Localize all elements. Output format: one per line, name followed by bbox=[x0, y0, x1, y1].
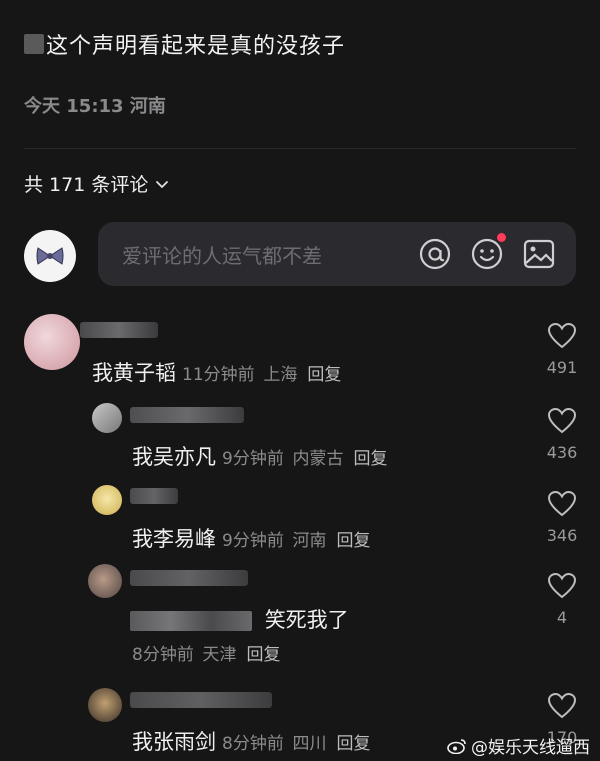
comment-body: 我黄子韬 bbox=[92, 361, 176, 385]
post-text: 这个声明看起来是真的没孩子 bbox=[24, 28, 345, 60]
notification-dot bbox=[497, 233, 506, 242]
image-icon[interactable] bbox=[520, 235, 558, 273]
blurred-username bbox=[130, 692, 272, 708]
blurred-username bbox=[130, 407, 244, 423]
blurred-username bbox=[130, 570, 248, 586]
comment-location: 天津 bbox=[202, 645, 237, 665]
comment-text: 笑死我了 bbox=[130, 604, 349, 634]
comment-count-toggle[interactable]: 共 171 条评论 bbox=[24, 170, 170, 197]
comment-location: 河南 bbox=[292, 531, 327, 551]
like-button[interactable]: 4 bbox=[542, 572, 582, 627]
heart-icon bbox=[547, 407, 577, 434]
post-meta: 今天 15:13 河南 bbox=[24, 96, 166, 117]
reply-button[interactable]: 回复 bbox=[247, 645, 281, 665]
comment-text: 我吴亦凡 9分钟前 内蒙古 回复 bbox=[132, 441, 388, 471]
comment-location: 上海 bbox=[263, 365, 298, 385]
comment-time: 8分钟前 bbox=[132, 645, 194, 665]
chevron-down-icon bbox=[156, 180, 169, 188]
avatar[interactable] bbox=[92, 403, 122, 433]
comment-time: 9分钟前 bbox=[222, 531, 284, 551]
divider bbox=[24, 148, 576, 149]
avatar[interactable] bbox=[24, 314, 80, 370]
comment-body: 笑死我了 bbox=[264, 608, 349, 632]
like-button[interactable]: 436 bbox=[542, 407, 582, 462]
comment-time: 11分钟前 bbox=[182, 365, 255, 385]
comment-location: 内蒙古 bbox=[292, 449, 344, 469]
reply-button[interactable]: 回复 bbox=[337, 531, 371, 551]
blurred-username bbox=[130, 488, 178, 504]
comment-text: 我黄子韬 11分钟前 上海 回复 bbox=[92, 357, 341, 387]
comment-text: 我张雨剑 8分钟前 四川 回复 bbox=[132, 726, 371, 756]
blurred-mention bbox=[130, 611, 252, 631]
comment-time: 8分钟前 bbox=[222, 734, 284, 754]
comment-time: 9分钟前 bbox=[222, 449, 284, 469]
comment-location: 四川 bbox=[292, 734, 327, 754]
watermark: @娱乐天线遛西 bbox=[447, 733, 590, 758]
like-button[interactable]: 491 bbox=[542, 322, 582, 377]
comment-body: 我李易峰 bbox=[132, 527, 216, 551]
comment-text: 我李易峰 9分钟前 河南 回复 bbox=[132, 523, 371, 553]
at-icon[interactable] bbox=[416, 235, 454, 273]
like-button[interactable]: 346 bbox=[542, 490, 582, 545]
comment-input[interactable]: 爱评论的人运气都不差 bbox=[98, 222, 576, 286]
avatar[interactable] bbox=[92, 485, 122, 515]
weibo-icon bbox=[447, 738, 466, 754]
reply-button[interactable]: 回复 bbox=[307, 365, 341, 385]
comment-meta-line: 8分钟前 天津 回复 bbox=[132, 640, 281, 665]
comment-body: 我吴亦凡 bbox=[132, 445, 216, 469]
blurred-username bbox=[80, 322, 158, 338]
like-count: 346 bbox=[546, 526, 578, 545]
heart-icon bbox=[547, 692, 577, 719]
avatar[interactable] bbox=[88, 564, 122, 598]
post-text-content: 这个声明看起来是真的没孩子 bbox=[46, 34, 346, 59]
emoji-icon[interactable] bbox=[468, 233, 506, 273]
heart-icon bbox=[547, 322, 577, 349]
reply-button[interactable]: 回复 bbox=[337, 734, 371, 754]
blurred-username bbox=[24, 34, 44, 54]
comment-input-placeholder: 爱评论的人运气都不差 bbox=[122, 243, 322, 268]
like-count: 436 bbox=[546, 443, 578, 462]
heart-icon bbox=[547, 572, 577, 599]
like-count: 491 bbox=[546, 358, 578, 377]
like-count: 4 bbox=[556, 608, 568, 627]
heart-icon bbox=[547, 490, 577, 517]
bow-icon bbox=[36, 247, 64, 265]
comment-body: 我张雨剑 bbox=[132, 730, 216, 754]
watermark-text: @娱乐天线遛西 bbox=[471, 738, 590, 758]
avatar[interactable] bbox=[88, 688, 122, 722]
comment-count-label: 共 171 条评论 bbox=[24, 174, 149, 196]
reply-button[interactable]: 回复 bbox=[354, 449, 388, 469]
self-avatar[interactable] bbox=[24, 230, 76, 282]
